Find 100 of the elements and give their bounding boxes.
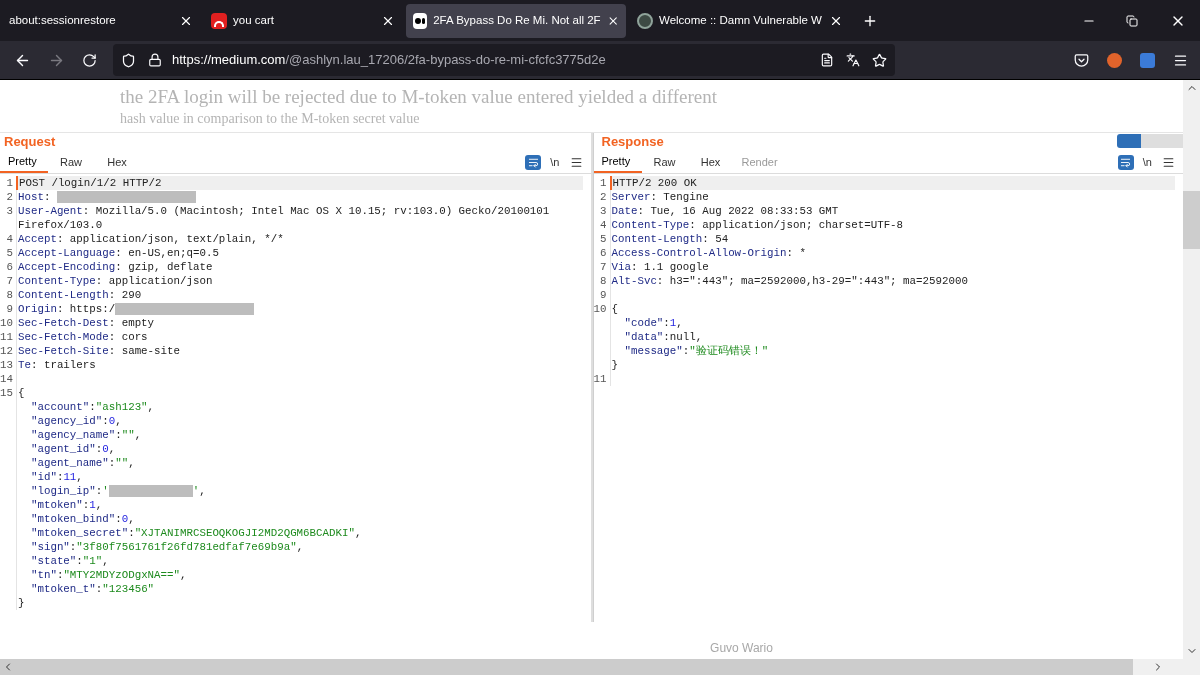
view-tab[interactable]: Raw xyxy=(48,152,94,173)
newline-toggle[interactable]: \n xyxy=(1142,154,1152,171)
code-line: } xyxy=(18,596,25,610)
panel-title: Response xyxy=(601,132,664,151)
browser-tab[interactable]: about:sessionrestore xyxy=(2,3,200,38)
code-line: Content-Length: 54 xyxy=(611,232,729,246)
restore-icon[interactable] xyxy=(1126,14,1138,27)
code-line: Te: trailers xyxy=(18,358,96,372)
code-line: Server: Tengine xyxy=(611,190,709,204)
code-line: "message":"验证码错误！" xyxy=(623,344,769,358)
vertical-scrollbar[interactable] xyxy=(1183,80,1200,675)
code-line: "mtoken":1, xyxy=(29,498,103,512)
horizontal-scrollbar[interactable] xyxy=(0,659,1183,675)
address-bar[interactable]: https://medium.com/@ashlyn.lau_17206/2fa-bypass-do-re-mi-cfcfc3775d2e xyxy=(113,44,895,76)
shield-icon xyxy=(121,52,136,68)
code-line: "agency_id":0, xyxy=(29,414,122,428)
panel-title: Request xyxy=(4,132,56,151)
globe-icon xyxy=(637,12,653,29)
wrap-toggle-icon[interactable] xyxy=(525,155,542,170)
reader-view-icon[interactable] xyxy=(820,53,834,67)
line-number: 13 xyxy=(0,359,13,371)
code-line: "sign":"3f80f7561761f26fd781edfaf7e69b9a", xyxy=(29,540,304,554)
author-name: Guvo Wario xyxy=(710,640,773,657)
code-line: "login_ip":' ', xyxy=(29,484,206,498)
medium-icon xyxy=(413,12,428,29)
line-number: 2 xyxy=(600,191,607,203)
code-line: User-Agent: Mozilla/5.0 (Macintosh; Intel Mac OS X 10.15; rv:103.0) Gecko/20100101 xyxy=(18,204,550,218)
code-line: HTTP/2 200 OK xyxy=(612,176,697,190)
menu-icon[interactable] xyxy=(1173,52,1188,68)
code-line: Content-Type: application/json xyxy=(18,274,213,288)
code-line: "mtoken_secret":"XJTANIMRCSEOQKOGJI2MD2QGM6BCADKI", xyxy=(29,526,362,540)
browser-tab[interactable]: 2FA Bypass Do Re Mi. Not all 2F xyxy=(406,3,626,38)
code-line: "agency_name":"", xyxy=(29,428,142,442)
translate-icon[interactable] xyxy=(846,53,860,67)
code-line: "agent_name":"", xyxy=(29,456,135,470)
tab-title: about:sessionrestore xyxy=(9,12,117,28)
code-line: Alt-Svc: h3=":443"; ma=2592000,h3-29=":443"; ma=2592000 xyxy=(611,274,968,288)
line-number: 3 xyxy=(600,205,607,217)
line-number: 6 xyxy=(600,247,607,259)
line-number: 8 xyxy=(600,275,607,287)
browser-tab[interactable]: you cart xyxy=(204,3,402,38)
code-line: "tn":"MTY2MDYzODgxNA==", xyxy=(29,568,187,582)
code-line: Via: 1.1 google xyxy=(611,260,709,274)
article-text: hash value in comparison to the M-token secret value xyxy=(120,110,421,128)
code-line: "code":1, xyxy=(623,316,683,330)
view-tab[interactable]: Hex xyxy=(94,152,140,173)
code-line: Origin: https:/ xyxy=(18,302,255,316)
code-line: Firefox/103.0 xyxy=(18,218,103,232)
code-line: Accept-Encoding: gzip, deflate xyxy=(18,260,213,274)
line-number: 11 xyxy=(0,331,13,343)
line-number: 3 xyxy=(6,205,13,217)
code-line: "id":11, xyxy=(29,470,83,484)
reload-icon[interactable] xyxy=(82,52,97,68)
line-number: 1 xyxy=(6,177,13,189)
code-line: Content-Length: 290 xyxy=(18,288,142,302)
code-line: Date: Tue, 16 Aug 2022 08:33:53 GMT xyxy=(611,204,839,218)
menu-icon[interactable] xyxy=(1162,156,1175,169)
tab-title: 2FA Bypass Do Re Mi. Not all 2F xyxy=(433,12,601,28)
code-line: Accept-Language: en-US,en;q=0.5 xyxy=(18,246,219,260)
pocket-icon[interactable] xyxy=(1074,52,1089,68)
line-number: 10 xyxy=(0,317,13,329)
line-number: 14 xyxy=(0,373,13,385)
code-line: Access-Control-Allow-Origin: * xyxy=(611,246,806,260)
line-number: 6 xyxy=(6,261,13,273)
wrap-toggle-icon[interactable] xyxy=(1117,155,1134,170)
view-tab[interactable]: Raw xyxy=(641,152,688,173)
view-tab[interactable]: Hex xyxy=(687,152,734,173)
line-number: 2 xyxy=(6,191,13,203)
menu-icon[interactable] xyxy=(569,156,583,169)
view-tab[interactable]: Pretty xyxy=(0,152,48,173)
extension-icon[interactable] xyxy=(1107,52,1122,68)
url-text: https://medium.com/@ashlyn.lau_17206/2fa-bypass-do-re-mi-cfcfc3775d2e xyxy=(172,51,606,70)
line-number: 4 xyxy=(600,219,607,231)
browser-tab[interactable]: Welcome :: Damn Vulnerable W xyxy=(630,3,850,38)
line-number: 12 xyxy=(0,345,13,357)
article-text: the 2FA login will be rejected due to M-token value entered yielded a different xyxy=(120,85,719,109)
code-line: "data":null, xyxy=(623,330,703,344)
cart-icon xyxy=(211,12,227,29)
scrollbar-thumb[interactable] xyxy=(1183,190,1200,249)
code-line: POST /login/1/2 HTTP/2 xyxy=(19,176,162,190)
line-number: 9 xyxy=(600,289,607,301)
view-tab[interactable]: Pretty xyxy=(593,152,642,173)
line-number: 7 xyxy=(600,261,607,273)
code-line: "account":"ash123", xyxy=(29,400,155,414)
code-line: Sec-Fetch-Dest: empty xyxy=(18,316,155,330)
code-line: Accept: application/json, text/plain, */* xyxy=(18,232,284,246)
bookmark-star-icon[interactable] xyxy=(872,52,887,68)
line-number: 9 xyxy=(6,303,13,315)
lock-icon xyxy=(148,53,162,67)
code-line: Sec-Fetch-Site: same-site xyxy=(18,344,180,358)
line-number: 8 xyxy=(6,289,13,301)
code-line: { xyxy=(611,302,618,316)
line-number: 15 xyxy=(0,387,13,399)
line-number: 10 xyxy=(593,303,607,315)
line-number: 7 xyxy=(6,275,13,287)
line-number: 5 xyxy=(600,233,607,245)
line-number: 11 xyxy=(593,373,607,385)
line-number: 4 xyxy=(6,233,13,245)
line-number: 5 xyxy=(6,247,13,259)
newline-toggle[interactable]: \n xyxy=(550,154,560,171)
